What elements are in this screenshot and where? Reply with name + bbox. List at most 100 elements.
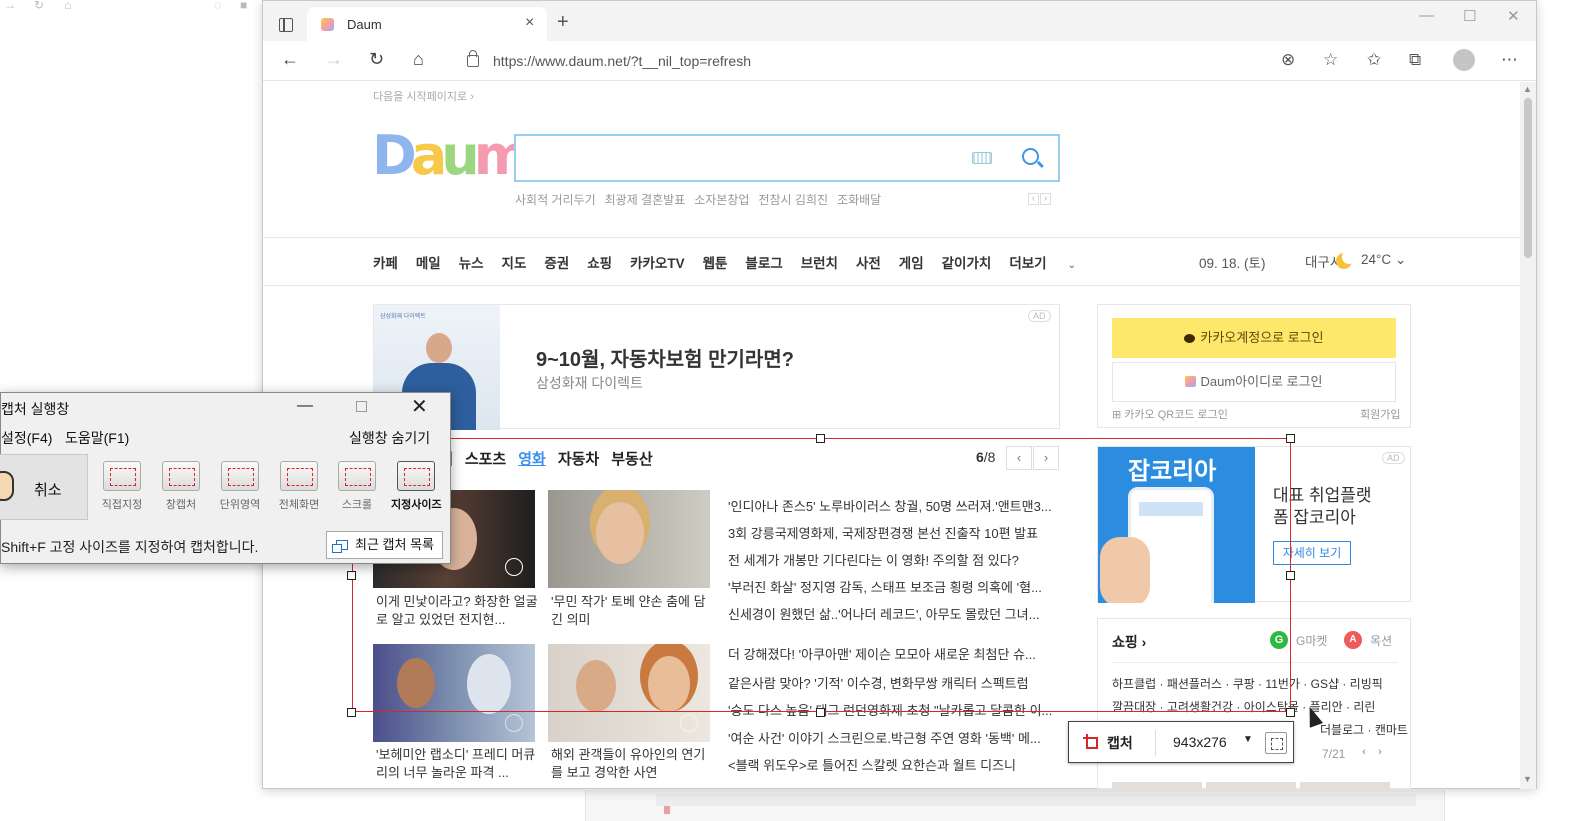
maximize-icon[interactable]: ☐ [1463,7,1476,25]
nav-news[interactable]: 뉴스 [459,256,484,271]
fixed-size-icon[interactable] [1265,732,1287,754]
resize-handle[interactable] [816,434,825,443]
nav-together[interactable]: 같이가치 [942,256,992,271]
next-page-icon[interactable]: › [1033,446,1059,470]
daum-logo[interactable]: Daum [372,126,530,186]
minimize-icon[interactable]: — [297,397,313,415]
url-field[interactable]: https://www.daum.net/?t__nil_top=refresh [449,46,1239,76]
news-headline[interactable]: 3회 강릉국제영화제, 국제장편경쟁 본선 진출작 10편 발표 [728,523,1038,542]
auction-link[interactable]: 옥션 [1370,632,1392,649]
capture-size[interactable]: 943x276 [1173,734,1227,750]
favorites-icon[interactable]: ✩ [1367,50,1381,70]
chevron-down-icon[interactable]: ▼ [1243,734,1253,745]
nav-webtoon[interactable]: 웹툰 [703,256,728,271]
crop-icon[interactable] [1083,734,1099,750]
shopping-title[interactable]: 쇼핑 › [1112,632,1146,652]
gmarket-icon[interactable]: G [1270,631,1288,649]
news-thumbnail[interactable] [373,644,535,742]
news-headline[interactable]: '여순 사건' 이야기 스크린으로.박근형 주연 영화 '동백' 메... [728,728,1041,747]
ad-banner[interactable]: 삼성화재 다이렉트 9~10월, 자동차보험 만기라면? 삼성화재 다이렉트 A… [373,304,1060,430]
add-favorite-icon[interactable]: ☆ [1323,50,1338,70]
resize-handle[interactable] [816,708,825,717]
nav-cafe[interactable]: 카페 [373,256,398,271]
join-link[interactable]: 회원가입 [1360,406,1400,422]
product-thumbnail[interactable] [1206,782,1296,789]
tab-actions-icon[interactable] [279,18,293,32]
side-ad[interactable]: 잡코리아 대표 취업플랫 폼 잡코리아 자세히 보기 AD [1097,446,1411,603]
close-icon[interactable]: ✕ [1507,7,1520,25]
news-headline[interactable]: '부러진 화살' 정지영 감독, 스태프 보조금 횡령 의혹에 '혐... [728,577,1042,596]
trend-item[interactable]: 소자본창업 [694,193,749,207]
resize-handle[interactable] [1286,571,1295,580]
news-headline[interactable]: 같은사람 맞아? '기적' 이수경, 변화무쌍 캐릭터 스펙트럼 [728,673,1029,692]
cancel-button[interactable]: 취소 [0,454,88,520]
tab-movie[interactable]: 영화 [518,451,546,468]
capture-button[interactable]: 캡처 [1107,733,1133,753]
minimize-icon[interactable]: — [1419,7,1434,24]
nav-blog[interactable]: 블로그 [745,256,782,271]
scroll-up-icon[interactable]: ▲ [1523,84,1532,94]
resize-handle[interactable] [347,708,356,717]
thumbnail-caption[interactable]: 이게 민낯이라고? 화장한 얼굴로 알고 있었던 전지현... [376,593,538,629]
scroll-thumb[interactable] [1524,98,1532,258]
auction-icon[interactable]: A [1344,631,1362,649]
menu-help[interactable]: 도움말(F1) [65,428,129,448]
tool-scroll[interactable]: 스크롤 [332,461,382,512]
page-scrollbar[interactable]: ▲ ▼ [1520,82,1536,789]
tab-sports[interactable]: 스포츠 [465,451,506,468]
news-thumbnail[interactable] [548,644,710,742]
news-headline[interactable]: 전 세계가 개봉만 기다린다는 이 영화! 주의할 점 있다? [728,550,1019,569]
resize-handle[interactable] [347,571,356,580]
search-icon[interactable] [1022,148,1039,165]
qr-login-link[interactable]: ⊞ 카카오 QR코드 로그인 [1112,406,1228,422]
nav-stock[interactable]: 증권 [544,256,569,271]
thumbnail-caption[interactable]: 해외 관객들이 유아인의 연기를 보고 경악한 사연 [551,746,713,782]
tracking-blocked-icon[interactable]: ⊗ [1281,50,1295,70]
trend-item[interactable]: 조화배달 [837,193,881,207]
forward-icon[interactable]: → [325,49,343,70]
nav-mail[interactable]: 메일 [416,256,441,271]
nav-kakaotv[interactable]: 카카오TV [630,256,685,271]
gmarket-link[interactable]: G마켓 [1296,632,1327,649]
maximize-icon[interactable] [356,401,367,412]
nav-more[interactable]: 더보기 ⌄ [1009,256,1094,271]
prev-icon[interactable]: ‹ [1028,193,1039,205]
tool-region[interactable]: 직접지정 [97,461,147,512]
keyboard-icon[interactable] [972,152,992,164]
prev-page-icon[interactable]: ‹ [1006,446,1032,470]
product-thumbnail[interactable] [1300,782,1390,789]
thumbnail-caption[interactable]: '보헤미안 랩소디' 프레디 머큐리의 너무 놀라운 파격 ... [376,746,538,782]
prev-icon[interactable]: ‹ [1356,746,1372,758]
product-thumbnail[interactable] [1112,782,1202,789]
nav-dictionary[interactable]: 사전 [856,256,881,271]
refresh-icon[interactable]: ↻ [369,49,384,70]
tool-unit-area[interactable]: 단위영역 [215,461,265,512]
tab-realestate[interactable]: 부동산 [611,451,652,468]
collections-icon[interactable]: ⧉ [1409,50,1421,70]
thumbnail-caption[interactable]: '무민 작가' 토베 얀손 춤에 담긴 의미 [551,593,713,629]
news-thumbnail[interactable] [548,490,710,588]
nav-game[interactable]: 게임 [899,256,924,271]
tool-window[interactable]: 창캡처 [156,461,206,512]
temperature[interactable]: 24°C ⌄ [1361,252,1406,268]
resize-handle[interactable] [1286,434,1295,443]
menu-settings[interactable]: 설정(F4) [1,428,52,448]
trend-item[interactable]: 최광제 결혼발표 [605,193,686,207]
profile-icon[interactable] [1453,49,1475,71]
kakao-login-button[interactable]: 카카오계정으로 로그인 [1112,318,1396,358]
nav-brunch[interactable]: 브런치 [801,256,838,271]
tab-car[interactable]: 자동차 [558,451,599,468]
news-headline[interactable]: '승도 다스 높음' 태그 런던영화제 초청 "날카롭고 달콤한 이... [728,700,1052,719]
hide-launcher-button[interactable]: 실행창 숨기기 [349,428,430,448]
next-icon[interactable]: › [1040,193,1051,205]
nav-shopping[interactable]: 쇼핑 [587,256,612,271]
tab-close-icon[interactable]: × [525,14,534,32]
home-icon[interactable]: ⌂ [413,49,424,70]
trend-item[interactable]: 전참시 김희진 [758,193,828,207]
shopping-links[interactable]: 더블로그 · 캔마트 [1320,721,1410,738]
back-icon[interactable]: ← [281,49,299,70]
side-ad-button[interactable]: 자세히 보기 [1273,541,1351,565]
more-icon[interactable]: ⋯ [1501,50,1518,70]
news-headline[interactable]: 신세경이 원했던 삶..'어나더 레코드', 아무도 몰랐던 그녀... [728,604,1039,623]
resize-handle[interactable] [1286,708,1295,717]
